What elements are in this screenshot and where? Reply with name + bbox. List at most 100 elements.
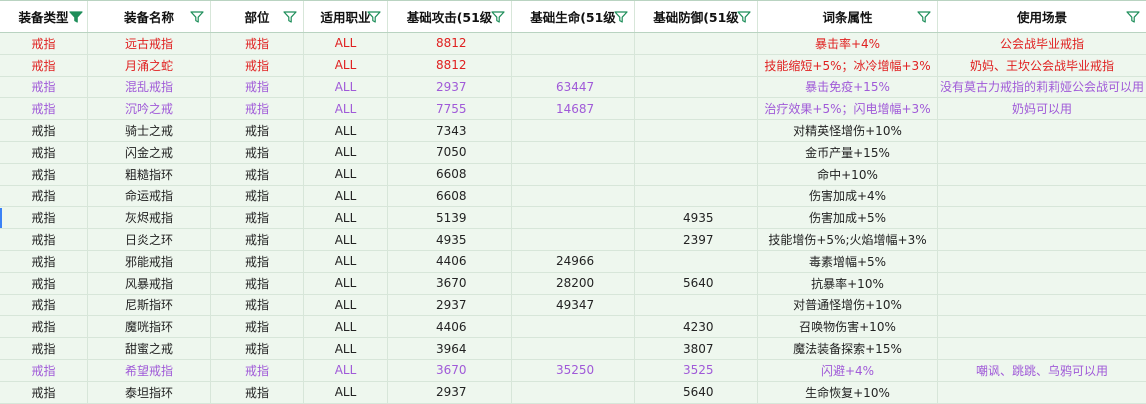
table-cell[interactable] [512,163,635,185]
table-cell[interactable]: 戒指 [0,381,88,403]
table-cell[interactable]: ALL [304,141,388,163]
table-cell[interactable]: 戒指 [211,359,304,381]
table-cell[interactable]: 邪能戒指 [88,250,211,272]
filter-icon[interactable] [283,10,297,24]
table-cell[interactable]: 泰坦指环 [88,381,211,403]
table-cell[interactable] [938,316,1146,338]
table-cell[interactable] [635,185,758,207]
column-header-1[interactable]: 装备名称 [88,1,211,32]
table-cell[interactable]: 戒指 [0,76,88,98]
table-cell[interactable]: 风暴戒指 [88,272,211,294]
table-cell[interactable]: ALL [304,250,388,272]
table-cell[interactable] [938,207,1146,229]
filter-icon[interactable] [69,10,83,24]
table-cell[interactable]: ALL [304,338,388,359]
column-header-0[interactable]: 装备类型 [0,1,88,32]
table-cell[interactable] [635,98,758,120]
table-cell[interactable] [635,294,758,316]
table-cell[interactable]: 尼斯指环 [88,294,211,316]
filter-icon[interactable] [917,10,931,24]
table-cell[interactable]: 希望戒指 [88,359,211,381]
table-cell[interactable]: 2937 [388,381,512,403]
table-cell[interactable]: 生命恢复+10% [758,381,938,403]
table-cell[interactable]: 2937 [388,76,512,98]
column-header-6[interactable]: 基础防御(51级 [635,1,758,32]
table-cell[interactable]: 戒指 [0,120,88,141]
table-cell[interactable]: ALL [304,316,388,338]
column-header-7[interactable]: 词条属性 [758,1,938,32]
table-cell[interactable]: 戒指 [211,207,304,229]
table-cell[interactable]: 6608 [388,185,512,207]
table-cell[interactable]: 甜蜜之戒 [88,338,211,359]
table-cell[interactable] [512,381,635,403]
table-cell[interactable]: 戒指 [211,294,304,316]
table-cell[interactable]: 3670 [388,359,512,381]
table-cell[interactable]: 戒指 [211,272,304,294]
table-cell[interactable]: 2937 [388,294,512,316]
table-cell[interactable]: 骑士之戒 [88,120,211,141]
table-cell[interactable]: 戒指 [0,163,88,185]
column-header-5[interactable]: 基础生命(51级 [512,1,635,32]
table-cell[interactable]: 抗暴率+10% [758,272,938,294]
table-cell[interactable]: 14687 [512,98,635,120]
table-cell[interactable]: 远古戒指 [88,33,211,54]
table-cell[interactable] [938,229,1146,250]
table-cell[interactable]: 戒指 [211,338,304,359]
table-cell[interactable]: 戒指 [211,54,304,76]
table-cell[interactable] [512,229,635,250]
table-cell[interactable]: 日炎之环 [88,229,211,250]
table-cell[interactable]: 闪避+4% [758,359,938,381]
table-cell[interactable]: 戒指 [0,229,88,250]
table-cell[interactable]: 粗糙指环 [88,163,211,185]
table-cell[interactable]: 暴击免疫+15% [758,76,938,98]
table-cell[interactable]: 7050 [388,141,512,163]
table-cell[interactable] [512,141,635,163]
column-header-3[interactable]: 适用职业 [304,1,388,32]
column-header-4[interactable]: 基础攻击(51级 [388,1,512,32]
table-cell[interactable]: 戒指 [211,381,304,403]
table-cell[interactable]: 戒指 [0,207,88,229]
table-cell[interactable]: 5640 [635,381,758,403]
table-cell[interactable]: ALL [304,76,388,98]
table-cell[interactable]: 戒指 [0,98,88,120]
table-cell[interactable] [635,54,758,76]
table-cell[interactable] [512,54,635,76]
table-cell[interactable] [938,120,1146,141]
table-cell[interactable]: 戒指 [0,338,88,359]
table-cell[interactable]: 对精英怪增伤+10% [758,120,938,141]
table-cell[interactable]: 6608 [388,163,512,185]
table-cell[interactable]: 戒指 [211,163,304,185]
table-cell[interactable]: 奶妈、王坎公会战毕业戒指 [938,54,1146,76]
table-cell[interactable]: 3807 [635,338,758,359]
table-cell[interactable]: 伤害加成+5% [758,207,938,229]
table-cell[interactable]: ALL [304,185,388,207]
table-cell[interactable]: 5640 [635,272,758,294]
table-cell[interactable]: 63447 [512,76,635,98]
table-cell[interactable] [938,141,1146,163]
table-cell[interactable]: ALL [304,54,388,76]
table-cell[interactable]: 戒指 [211,229,304,250]
table-cell[interactable]: ALL [304,163,388,185]
table-cell[interactable]: 35250 [512,359,635,381]
table-cell[interactable]: 24966 [512,250,635,272]
table-cell[interactable]: ALL [304,98,388,120]
table-cell[interactable] [635,76,758,98]
table-cell[interactable] [512,207,635,229]
table-cell[interactable] [512,185,635,207]
table-cell[interactable]: 戒指 [0,33,88,54]
table-cell[interactable]: 魔法装备探索+15% [758,338,938,359]
table-cell[interactable]: 戒指 [211,33,304,54]
table-cell[interactable] [512,33,635,54]
table-cell[interactable]: 戒指 [211,76,304,98]
table-cell[interactable] [635,120,758,141]
table-cell[interactable]: 4935 [388,229,512,250]
table-cell[interactable] [938,163,1146,185]
table-cell[interactable]: ALL [304,33,388,54]
filter-icon[interactable] [614,10,628,24]
table-cell[interactable] [938,250,1146,272]
table-cell[interactable]: 暴击率+4% [758,33,938,54]
table-cell[interactable]: 戒指 [0,272,88,294]
table-cell[interactable]: 技能缩短+5%；冰冷增幅+3% [758,54,938,76]
table-cell[interactable]: 戒指 [211,120,304,141]
table-cell[interactable]: 4230 [635,316,758,338]
